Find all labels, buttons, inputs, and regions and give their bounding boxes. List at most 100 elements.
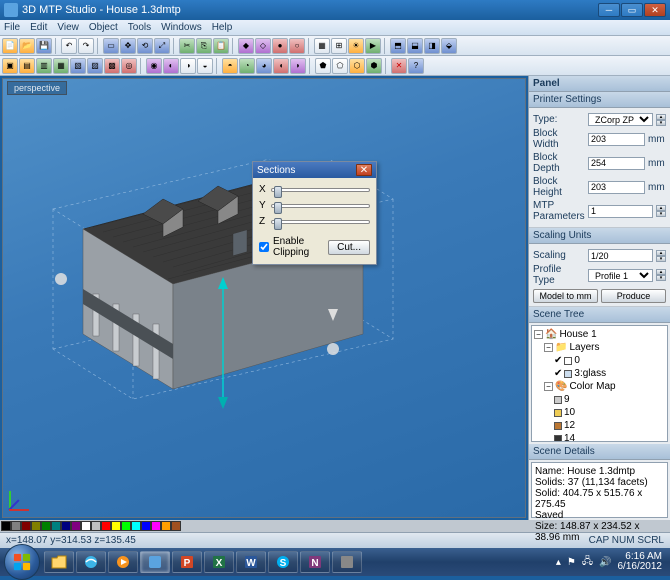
new-icon[interactable]: 📄 [2,38,18,54]
dialog-close-icon[interactable]: ✕ [356,164,372,176]
menu-object[interactable]: Object [89,22,118,33]
block-depth-input[interactable] [588,157,645,170]
swatch[interactable] [121,521,131,531]
swatch[interactable] [81,521,91,531]
redo-icon[interactable]: ↷ [78,38,94,54]
tb2-18-icon[interactable]: ⬟ [315,58,331,74]
tb2-22-icon[interactable]: ? [408,58,424,74]
paste-icon[interactable]: 📋 [213,38,229,54]
enable-clipping-checkbox[interactable] [259,242,269,252]
menu-file[interactable]: File [4,22,20,33]
swatch[interactable] [101,521,111,531]
tray-flag-icon[interactable]: ⚑ [567,557,576,568]
taskbar-app-icon[interactable] [140,551,170,573]
profile-select[interactable]: Profile 1 [588,269,653,282]
tb2-17-icon[interactable]: ◗ [290,58,306,74]
move-icon[interactable]: ✥ [120,38,136,54]
start-button[interactable] [4,544,40,580]
viewport-3d[interactable]: perspective [2,78,526,518]
menu-help[interactable]: Help [212,22,233,33]
block-height-input[interactable] [588,181,645,194]
tb2-1-icon[interactable]: ▣ [2,58,18,74]
view-front-icon[interactable]: ⬓ [407,38,423,54]
cut-button[interactable]: Cut... [328,240,370,255]
slider-y[interactable] [271,204,370,208]
tb2-close-icon[interactable]: ✕ [391,58,407,74]
tray-volume-icon[interactable]: 🔊 [599,557,611,568]
scene-tree[interactable]: −🏠 House 1 −📁 Layers ✔ 0 ✔ 3:glass −🎨 Co… [531,325,668,442]
tb2-9-icon[interactable]: ◉ [146,58,162,74]
swatch[interactable] [111,521,121,531]
open-icon[interactable]: 📂 [19,38,35,54]
swatch[interactable] [71,521,81,531]
tb2-2-icon[interactable]: ▤ [19,58,35,74]
menu-windows[interactable]: Windows [161,22,202,33]
swatch[interactable] [171,521,181,531]
minimize-button[interactable]: ─ [598,3,620,17]
tb2-8-icon[interactable]: ◎ [121,58,137,74]
close-button[interactable]: ✕ [644,3,666,17]
taskbar-explorer-icon[interactable] [44,551,74,573]
view-top-icon[interactable]: ⬒ [390,38,406,54]
tray-network-icon[interactable]: 🖧 [582,554,593,571]
menu-view[interactable]: View [57,22,79,33]
snap-icon[interactable]: ⊞ [331,38,347,54]
tb2-20-icon[interactable]: ⬡ [349,58,365,74]
taskbar-skype-icon[interactable]: S [268,551,298,573]
tb2-11-icon[interactable]: ◑ [180,58,196,74]
menu-tools[interactable]: Tools [128,22,151,33]
tb2-4-icon[interactable]: ▦ [53,58,69,74]
block-width-input[interactable] [588,133,645,146]
taskbar-powerpoint-icon[interactable]: P [172,551,202,573]
swatch[interactable] [31,521,41,531]
mtp-param-input[interactable] [588,205,653,218]
scale-icon[interactable]: ⤢ [154,38,170,54]
system-tray[interactable]: ▴ ⚑ 🖧 🔊 6:16 AM 6/16/2012 [550,552,668,572]
slider-z[interactable] [271,220,370,224]
tb2-10-icon[interactable]: ◐ [163,58,179,74]
rotate-icon[interactable]: ⟲ [137,38,153,54]
undo-icon[interactable]: ↶ [61,38,77,54]
tool-a-icon[interactable]: ◆ [238,38,254,54]
tray-up-icon[interactable]: ▴ [556,557,561,568]
swatch[interactable] [141,521,151,531]
swatch[interactable] [161,521,171,531]
swatch[interactable] [11,521,21,531]
tb2-16-icon[interactable]: ◖ [273,58,289,74]
swatch[interactable] [61,521,71,531]
tb2-6-icon[interactable]: ▨ [87,58,103,74]
menu-edit[interactable]: Edit [30,22,47,33]
copy-icon[interactable]: ⎘ [196,38,212,54]
model-to-mm-button[interactable]: Model to mm [533,289,598,303]
tray-clock[interactable]: 6:16 AM 6/16/2012 [618,552,663,572]
slider-x[interactable] [271,188,370,192]
save-icon[interactable]: 💾 [36,38,52,54]
swatch[interactable] [151,521,161,531]
taskbar-ie-icon[interactable] [76,551,106,573]
maximize-button[interactable]: ▭ [621,3,643,17]
tb2-13-icon[interactable]: ◓ [222,58,238,74]
view-persp-icon[interactable]: ⬙ [441,38,457,54]
tool-d-icon[interactable]: ○ [289,38,305,54]
tool-c-icon[interactable]: ● [272,38,288,54]
grid-icon[interactable]: ▦ [314,38,330,54]
swatch[interactable] [131,521,141,531]
type-select[interactable]: ZCorp ZPrinter 450 [588,113,653,126]
light-icon[interactable]: ☀ [348,38,364,54]
swatch[interactable] [1,521,11,531]
render-icon[interactable]: ▶ [365,38,381,54]
tb2-5-icon[interactable]: ▧ [70,58,86,74]
taskbar-onenote-icon[interactable]: N [300,551,330,573]
tb2-12-icon[interactable]: ◒ [197,58,213,74]
taskbar-excel-icon[interactable]: X [204,551,234,573]
produce-button[interactable]: Produce [601,289,666,303]
view-side-icon[interactable]: ◨ [424,38,440,54]
tb2-15-icon[interactable]: ◕ [256,58,272,74]
taskbar-media-icon[interactable] [108,551,138,573]
tb2-7-icon[interactable]: ▩ [104,58,120,74]
taskbar-word-icon[interactable]: W [236,551,266,573]
scaling-input[interactable] [588,249,653,262]
tb2-14-icon[interactable]: ◔ [239,58,255,74]
tool-b-icon[interactable]: ◇ [255,38,271,54]
tb2-21-icon[interactable]: ⬢ [366,58,382,74]
